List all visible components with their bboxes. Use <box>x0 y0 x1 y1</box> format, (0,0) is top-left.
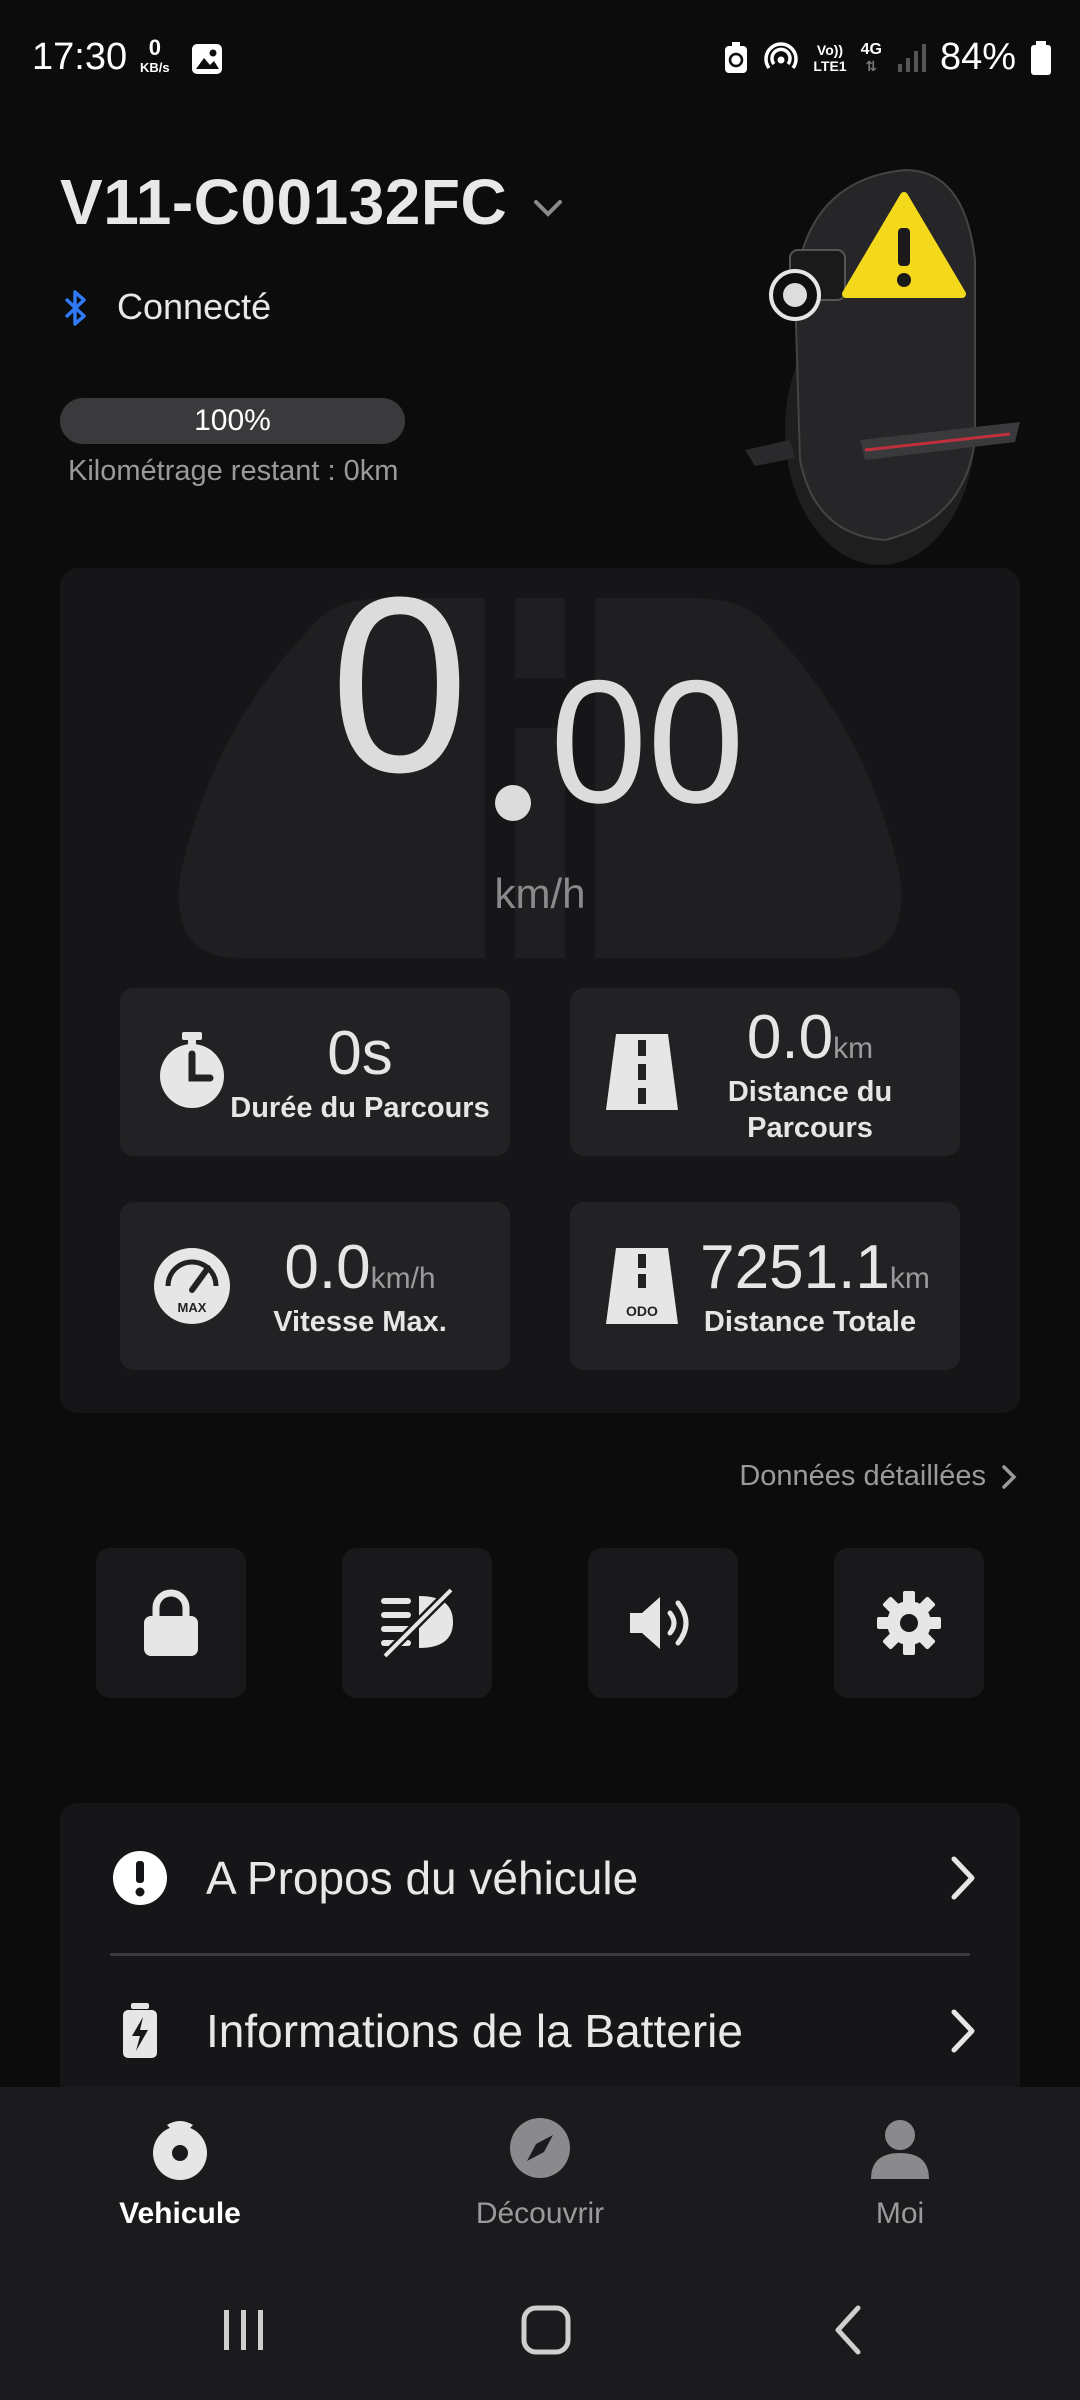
detailed-data-link[interactable]: Données détaillées <box>739 1460 1018 1493</box>
stat-ride-time: 0s Durée du Parcours <box>120 988 510 1156</box>
chevron-right-icon <box>1002 1464 1017 1489</box>
horn-button[interactable] <box>588 1548 738 1698</box>
battery-saver-icon <box>725 41 748 73</box>
network-speed: 0 KB/s <box>140 35 170 78</box>
max-icon-text: MAX <box>178 1300 207 1315</box>
ride-time-label: Durée du Parcours <box>230 1092 490 1124</box>
battery-info-label: Informations de la Batterie <box>206 2005 743 2057</box>
stat-max-speed: MAX 0.0km/h Vitesse Max. <box>120 1202 510 1370</box>
about-vehicle-label: A Propos du véhicule <box>206 1852 639 1904</box>
ride-distance-value: 0.0 <box>746 1003 834 1072</box>
chevron-right-icon <box>951 1856 975 1900</box>
ride-distance-label-line1: Distance du <box>727 1076 893 1108</box>
nav-discover-label: Découvrir <box>475 2197 605 2230</box>
odometer-road-icon: ODO <box>606 1248 678 1324</box>
light-toggle-button[interactable] <box>342 1548 492 1698</box>
ride-distance-label-line2: Parcours <box>747 1112 873 1144</box>
recent-apps-icon[interactable] <box>214 2300 274 2360</box>
network-speed-unit: KB/s <box>140 60 170 75</box>
stat-total-distance: ODO 7251.1km Distance Totale <box>570 1202 960 1370</box>
device-name[interactable]: V11-C00132FC <box>60 165 507 239</box>
home-icon[interactable] <box>516 2300 576 2360</box>
info-icon <box>113 1851 167 1905</box>
connection-status: Connecté <box>117 286 272 327</box>
stopwatch-icon <box>160 1032 224 1108</box>
warning-icon[interactable] <box>842 190 967 302</box>
volte-indicator: Vo)) LTE1 <box>813 42 846 74</box>
settings-button[interactable] <box>834 1548 984 1698</box>
speedometer-max-icon: MAX <box>154 1248 230 1324</box>
wheel-battery-level: 100% <box>194 404 271 437</box>
gear-icon <box>877 1591 941 1655</box>
speed-decimals: 00 <box>550 645 745 840</box>
about-vehicle-row[interactable]: A Propos du véhicule <box>60 1803 1020 1953</box>
remaining-range: Kilométrage restant : 0km <box>68 455 399 487</box>
max-speed-value-group: 0.0km/h <box>230 1232 490 1303</box>
ride-time-value: 0s <box>327 1019 393 1088</box>
max-speed-label: Vitesse Max. <box>273 1306 447 1338</box>
total-distance-label: Distance Totale <box>703 1306 917 1338</box>
signal-icon <box>897 43 926 72</box>
network-type: 4G ⇅ <box>860 40 882 74</box>
battery-info-row[interactable]: Informations de la Batterie <box>60 1956 1020 2106</box>
status-right-group: Vo)) LTE1 4G ⇅ 84% <box>723 36 1052 79</box>
speaker-icon <box>630 1597 689 1649</box>
max-speed-value: 0.0 <box>284 1233 371 1302</box>
lock-button[interactable] <box>96 1548 246 1698</box>
nav-vehicle[interactable]: Vehicule <box>50 2115 310 2231</box>
data-arrows-icon: ⇅ <box>865 57 878 74</box>
status-time: 17:30 <box>32 36 128 78</box>
road-background-icon <box>178 598 902 958</box>
bluetooth-icon <box>64 290 86 326</box>
total-distance-value: 7251.1 <box>700 1233 890 1302</box>
volte-label: Vo)) <box>816 41 844 58</box>
speed-integer: 0 <box>330 545 470 824</box>
speed-unit: km/h <box>494 870 586 917</box>
stat-ride-distance: 0.0km Distance du Parcours <box>570 988 960 1156</box>
lte-label: LTE1 <box>813 57 847 74</box>
total-distance-value-group: 7251.1km <box>680 1232 950 1303</box>
nav-vehicle-label: Vehicule <box>119 2197 241 2230</box>
nav-discover[interactable]: Découvrir <box>410 2115 670 2231</box>
total-distance-unit: km <box>889 1262 930 1295</box>
odo-icon-text: ODO <box>626 1303 658 1319</box>
battery-icon <box>123 2003 157 2058</box>
lock-icon <box>144 1589 198 1656</box>
gallery-notification-icon <box>192 44 222 74</box>
battery-percentage: 84% <box>939 36 1016 78</box>
light-off-icon <box>381 1588 455 1658</box>
hotspot-icon <box>764 41 799 69</box>
phone-battery-icon <box>1031 40 1051 75</box>
chevron-right-icon <box>951 2009 975 2053</box>
max-speed-unit: km/h <box>370 1262 436 1295</box>
network-type-label: 4G <box>860 40 882 58</box>
compass-icon <box>510 2118 570 2178</box>
ride-distance-unit: km <box>833 1032 874 1065</box>
wheel-icon <box>153 2121 207 2180</box>
detailed-data-label: Données détaillées <box>739 1460 986 1492</box>
nav-me-label: Moi <box>875 2197 925 2230</box>
person-icon <box>871 2120 929 2179</box>
nav-me[interactable]: Moi <box>770 2115 1030 2231</box>
road-icon <box>606 1034 678 1110</box>
back-icon[interactable] <box>820 2300 880 2360</box>
ride-distance-value-group: 0.0km <box>680 1002 940 1073</box>
speed-decimal-point <box>495 785 531 821</box>
ride-distance-label: Distance du Parcours <box>680 1074 940 1146</box>
chevron-down-icon[interactable] <box>530 190 566 226</box>
vehicle-info-card: A Propos du véhicule Informations de la … <box>60 1803 1020 2123</box>
network-speed-value: 0 <box>148 35 161 60</box>
